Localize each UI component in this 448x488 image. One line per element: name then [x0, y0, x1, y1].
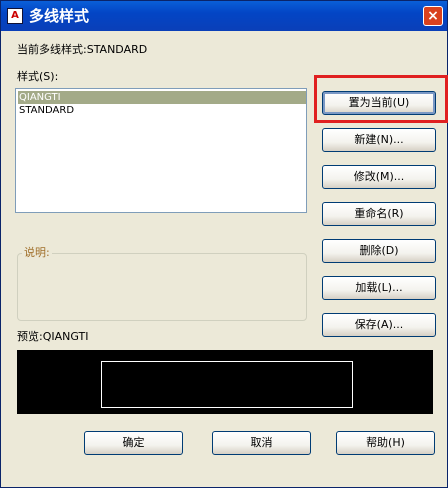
- help-button[interactable]: 帮助(H): [336, 431, 435, 455]
- ok-button[interactable]: 确定: [84, 431, 183, 455]
- rename-button[interactable]: 重命名(R): [322, 202, 436, 226]
- list-item[interactable]: STANDARD: [18, 104, 306, 117]
- app-icon: A: [7, 8, 23, 24]
- preview-pane: [17, 350, 433, 414]
- description-label: 说明:: [22, 246, 52, 260]
- list-item[interactable]: QIANGTI: [18, 91, 306, 104]
- preview-label: 预览:QIANGTI: [17, 330, 89, 343]
- styles-list-label: 样式(S):: [17, 70, 59, 83]
- preview-multiline: [101, 361, 353, 408]
- window-title: 多线样式: [29, 7, 90, 25]
- modify-button[interactable]: 修改(M)...: [322, 165, 436, 189]
- multiline-style-dialog: A 多线样式 × 当前多线样式:STANDARD 样式(S): QIANGTI …: [0, 0, 448, 488]
- close-icon[interactable]: ×: [423, 6, 443, 26]
- highlight-box: [314, 75, 448, 123]
- save-button[interactable]: 保存(A)...: [322, 313, 436, 337]
- current-style-label: 当前多线样式:STANDARD: [17, 43, 148, 56]
- title-bar[interactable]: A 多线样式 ×: [1, 1, 447, 31]
- delete-button[interactable]: 删除(D): [322, 239, 436, 263]
- cancel-button[interactable]: 取消: [212, 431, 311, 455]
- load-button[interactable]: 加载(L)...: [322, 276, 436, 300]
- new-button[interactable]: 新建(N)...: [322, 128, 436, 152]
- styles-list[interactable]: QIANGTI STANDARD: [15, 88, 307, 213]
- description-group: 说明:: [17, 246, 307, 321]
